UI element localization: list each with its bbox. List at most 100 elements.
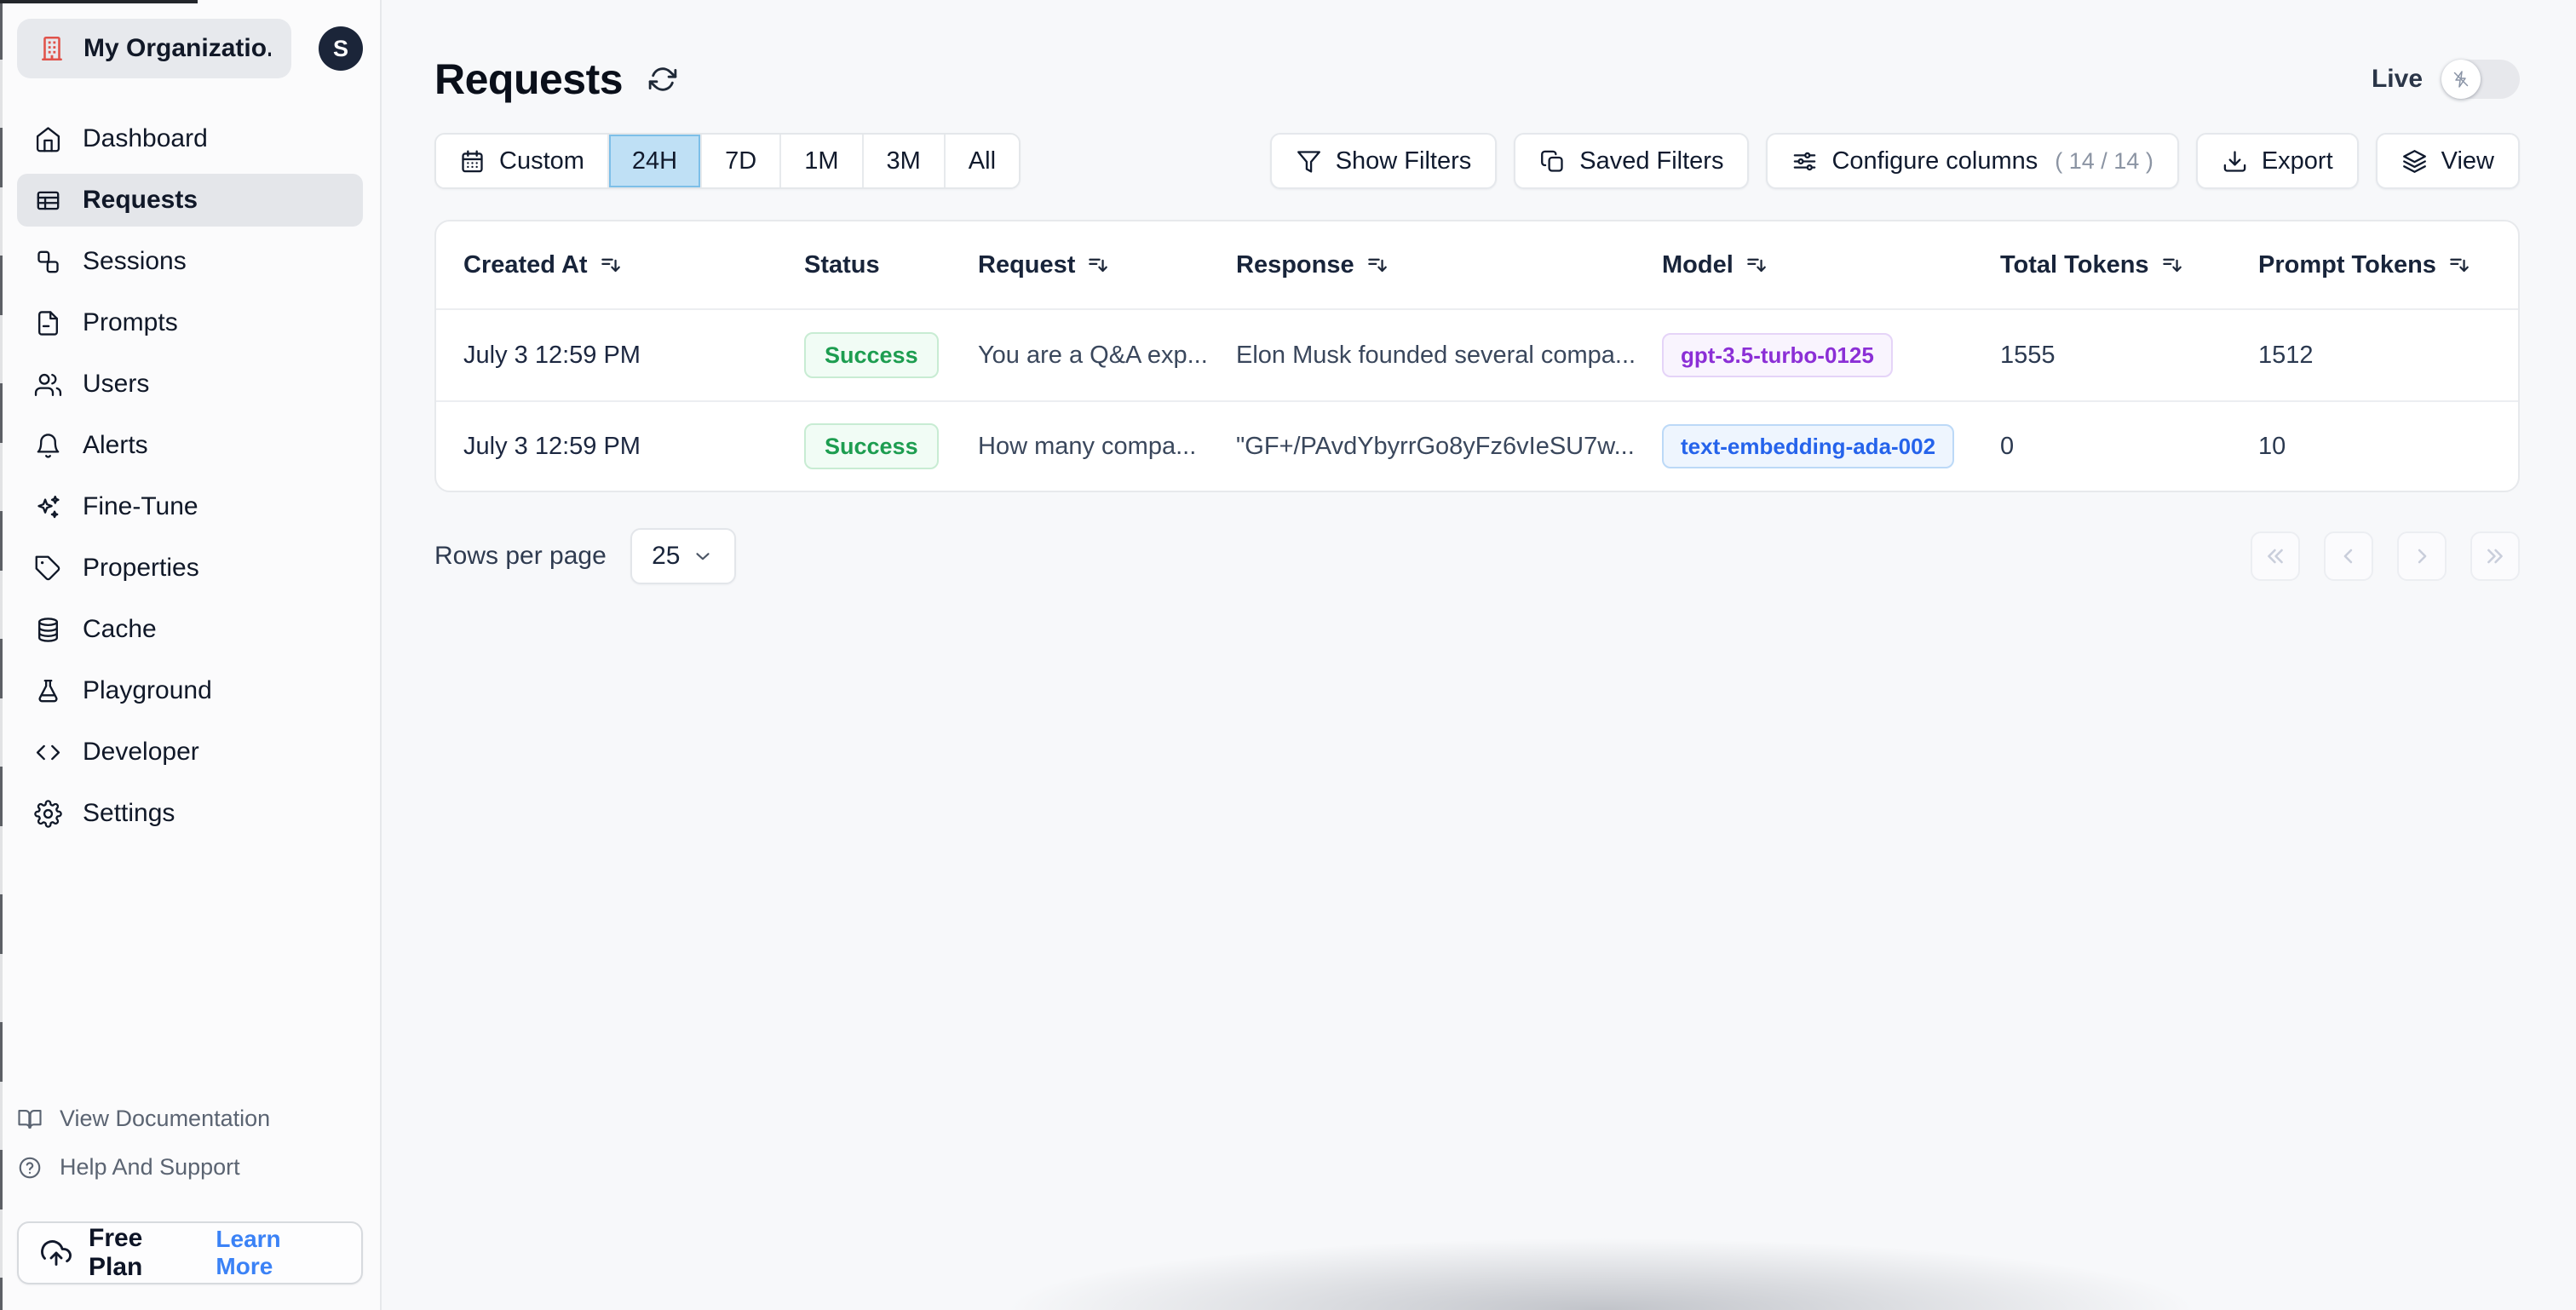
show-filters-button[interactable]: Show Filters <box>1269 133 1498 189</box>
chevron-left-icon <box>2343 549 2353 564</box>
sidebar-item-label: Dashboard <box>83 124 208 152</box>
sidebar-item-requests[interactable]: Requests <box>17 174 363 227</box>
next-page-button[interactable] <box>2397 531 2447 581</box>
filter-row: Custom 24H 7D 1M 3M All Show Filters Sav… <box>434 133 2520 189</box>
learn-more-link[interactable]: Learn More <box>216 1226 339 1280</box>
refresh-icon <box>648 67 677 91</box>
document-icon <box>38 310 58 336</box>
refresh-button[interactable] <box>648 65 677 94</box>
column-header-model[interactable]: Model <box>1662 251 2000 279</box>
sidebar-item-label: Cache <box>83 615 157 643</box>
time-range-3m[interactable]: 3M <box>863 135 946 187</box>
live-toggle[interactable] <box>2441 60 2520 99</box>
view-documentation-link[interactable]: View Documentation <box>17 1106 363 1132</box>
column-header-prompt-tokens[interactable]: Prompt Tokens <box>2258 251 2491 279</box>
time-range-24h[interactable]: 24H <box>608 135 703 187</box>
title-row: Requests Live <box>434 55 2520 104</box>
bell-icon <box>37 433 60 458</box>
time-range-custom[interactable]: Custom <box>436 135 609 187</box>
org-name: My Organizatio... <box>83 34 271 62</box>
sort-icon <box>1367 258 1387 272</box>
toggle-knob <box>2441 60 2481 99</box>
model-badge: text-embedding-ada-002 <box>1662 424 1955 468</box>
time-range-all[interactable]: All <box>945 135 1020 187</box>
sidebar-item-label: Users <box>83 370 150 398</box>
avatar[interactable]: S <box>319 26 363 71</box>
sidebar-item-label: Playground <box>83 676 212 704</box>
sidebar-item-alerts[interactable]: Alerts <box>17 419 363 472</box>
model-badge: gpt-3.5-turbo-0125 <box>1662 333 1893 377</box>
column-header-status[interactable]: Status <box>804 251 978 279</box>
footer-link-label: View Documentation <box>60 1106 271 1131</box>
code-icon <box>36 744 60 760</box>
sparkles-icon <box>37 495 60 518</box>
plan-name: Free Plan <box>89 1224 143 1281</box>
status-cell: Success <box>804 423 978 469</box>
help-and-support-link[interactable]: Help And Support <box>17 1154 363 1181</box>
previous-page-button[interactable] <box>2324 531 2373 581</box>
free-plan-card[interactable]: Free Plan Learn More <box>17 1221 363 1284</box>
created-at-cell: July 3 12:59 PM <box>463 432 641 460</box>
help-circle-icon <box>19 1157 41 1178</box>
database-icon <box>38 617 58 642</box>
column-header-total-tokens[interactable]: Total Tokens <box>2000 251 2258 279</box>
sort-icon <box>1747 258 1766 272</box>
time-range-7d[interactable]: 7D <box>702 135 782 187</box>
window-bottom-shadow <box>927 1233 2426 1310</box>
sidebar-item-prompts[interactable]: Prompts <box>17 296 363 349</box>
sidebar-item-dashboard[interactable]: Dashboard <box>17 112 363 165</box>
rows-per-page-value: 25 <box>652 542 681 570</box>
sidebar-item-label: Requests <box>83 186 198 214</box>
column-header-created-at[interactable]: Created At <box>463 251 804 279</box>
table-actions: Show Filters Saved Filters Configure col… <box>1269 133 2520 189</box>
sidebar-item-cache[interactable]: Cache <box>17 603 363 656</box>
configure-columns-button[interactable]: Configure columns ( 14 / 14 ) <box>1766 133 2179 189</box>
first-page-button[interactable] <box>2251 531 2300 581</box>
chevrons-left-icon <box>2268 549 2283 564</box>
download-icon <box>2223 150 2246 172</box>
sessions-icon <box>37 250 59 273</box>
building-icon <box>42 36 62 61</box>
sidebar-item-label: Developer <box>83 738 199 766</box>
sidebar-item-settings[interactable]: Settings <box>17 787 363 840</box>
sidebar-item-playground[interactable]: Playground <box>17 664 363 717</box>
rows-per-page-select[interactable]: 25 <box>630 528 736 584</box>
table-row[interactable]: July 3 12:59 PM Success How many compa..… <box>436 400 2518 491</box>
cloud-upload-icon <box>41 1240 72 1266</box>
column-header-request[interactable]: Request <box>978 251 1236 279</box>
status-badge: Success <box>804 423 939 469</box>
last-page-button[interactable] <box>2470 531 2520 581</box>
zap-off-icon <box>2453 71 2469 88</box>
sliders-icon <box>1794 152 1816 170</box>
sidebar-item-label: Fine-Tune <box>83 492 198 520</box>
total-tokens-cell: 1555 <box>2000 341 2056 369</box>
chevron-down-icon <box>696 553 710 560</box>
column-header-response[interactable]: Response <box>1236 251 1662 279</box>
sidebar-item-label: Settings <box>83 799 175 827</box>
sidebar-item-users[interactable]: Users <box>17 358 363 411</box>
sidebar-item-label: Properties <box>83 554 199 582</box>
sidebar-item-fine-tune[interactable]: Fine-Tune <box>17 480 363 533</box>
total-tokens-cell: 0 <box>2000 432 2015 460</box>
book-open-icon <box>18 1109 42 1129</box>
sidebar-item-developer[interactable]: Developer <box>17 726 363 779</box>
sidebar-item-sessions[interactable]: Sessions <box>17 235 363 288</box>
time-range-1m[interactable]: 1M <box>781 135 864 187</box>
rows-per-page-label: Rows per page <box>434 542 607 570</box>
response-cell: "GF+/PAvdYbyrrGo8yFz6vIeSU7w... <box>1236 432 1635 460</box>
copy-icon <box>1541 150 1563 172</box>
table-row[interactable]: July 3 12:59 PM Success You are a Q&A ex… <box>436 310 2518 400</box>
flask-icon <box>38 679 58 702</box>
status-cell: Success <box>804 332 978 378</box>
live-toggle-group: Live <box>2372 60 2520 99</box>
sidebar-item-properties[interactable]: Properties <box>17 542 363 595</box>
request-cell: You are a Q&A exp... <box>978 341 1208 369</box>
pager <box>2251 531 2520 581</box>
view-button[interactable]: View <box>2375 133 2520 189</box>
org-switcher[interactable]: My Organizatio... <box>17 19 291 78</box>
layers-icon <box>2402 149 2426 173</box>
calendar-icon <box>462 149 483 172</box>
saved-filters-button[interactable]: Saved Filters <box>1514 133 1750 189</box>
export-button[interactable]: Export <box>2195 133 2359 189</box>
users-icon <box>34 373 62 396</box>
